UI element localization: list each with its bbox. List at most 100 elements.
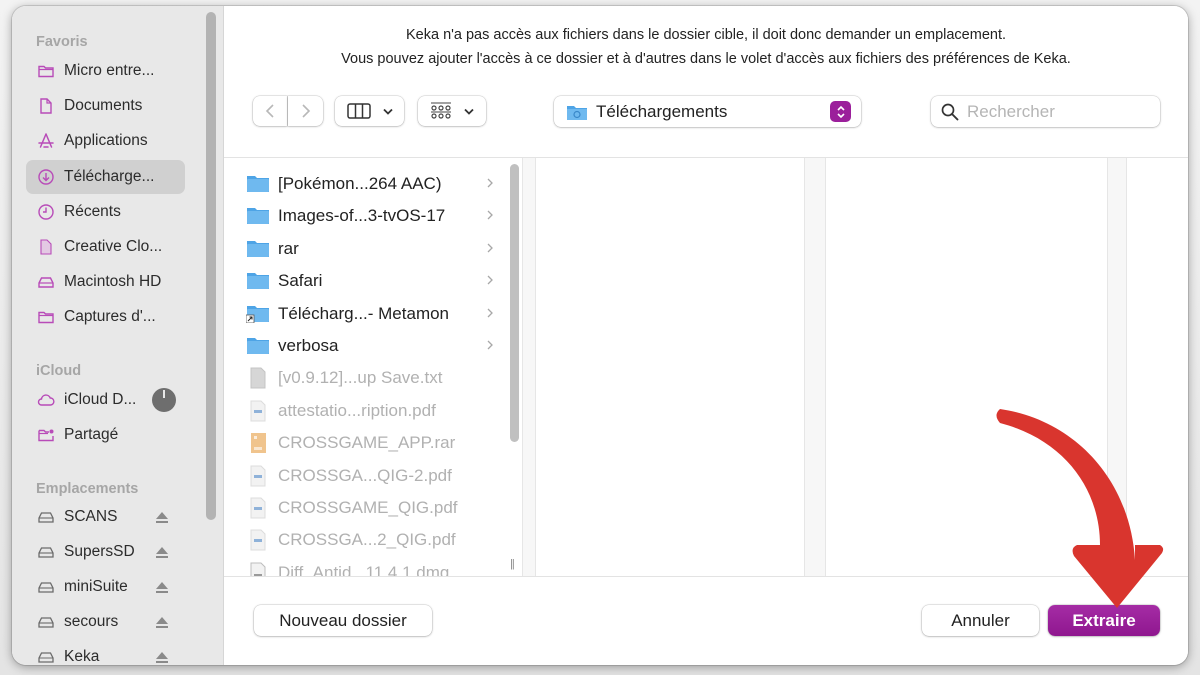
chevron-right-icon [487, 178, 493, 188]
cloud-icon [36, 390, 56, 410]
back-button[interactable] [253, 96, 287, 126]
file-name: Télécharg...- Metamon [278, 303, 450, 323]
folder-icon [36, 61, 56, 81]
folder-row[interactable]: Images-of...3-tvOS-17 [246, 200, 494, 232]
sidebar-scrollbar[interactable] [206, 12, 216, 520]
file-row: CROSSGA...2_QIG.pdf [246, 524, 494, 556]
section-favorites-title: Favoris [36, 34, 88, 50]
group-button[interactable] [418, 96, 486, 126]
archive-icon [246, 432, 270, 454]
pdf-icon [246, 497, 270, 519]
folder-row[interactable]: Safari [246, 265, 494, 297]
new-folder-button[interactable]: Nouveau dossier [254, 605, 432, 636]
drive-icon [36, 577, 56, 597]
file-name: [Pokémon...264 AAC) [278, 174, 442, 193]
chevron-down-icon [464, 108, 474, 115]
document-icon [36, 237, 56, 257]
sidebar-item-label: Partagé [64, 426, 119, 443]
sidebar-item-label: Applications [64, 132, 148, 149]
file-row: Diff_Antid...11.4.1.dmg [246, 557, 494, 577]
location-popup[interactable]: Téléchargements [554, 96, 861, 127]
storage-quota-icon [152, 388, 176, 412]
file-name: [v0.9.12]...up Save.txt [278, 368, 443, 388]
column-divider[interactable] [804, 158, 826, 576]
folder-row[interactable]: Télécharg...- Metamon [245, 298, 494, 330]
folder-row[interactable]: [Pokémon...264 AAC) [246, 168, 494, 200]
chevron-left-icon [265, 104, 274, 118]
file-name: Diff_Antid...11.4.1.dmg [278, 562, 450, 577]
sidebar-item-scans[interactable]: SCANS [26, 500, 185, 534]
column-downloads: [Pokémon...264 AAC) Images-of...3-tvOS-17… [224, 158, 524, 576]
sidebar-item-shared[interactable]: Partagé [26, 418, 185, 452]
search-input[interactable] [967, 101, 1147, 122]
text-icon [246, 367, 270, 389]
sidebar-item-downloads[interactable]: Télécharge... [26, 160, 185, 194]
pdf-icon [246, 529, 270, 551]
extract-button[interactable]: Extraire [1048, 605, 1160, 636]
sidebar-item-label: miniSuite [64, 578, 128, 595]
column-resize-handle[interactable]: || [510, 558, 515, 570]
column-divider[interactable] [1107, 158, 1127, 576]
drive-icon [36, 272, 56, 292]
chevron-right-icon [487, 243, 493, 253]
file-row: CROSSGA...QIG-2.pdf [246, 460, 494, 492]
column-empty-3 [827, 158, 1107, 576]
sidebar-item-micro-entreprise[interactable]: Micro entre... [26, 54, 185, 88]
file-name: Safari [278, 271, 323, 291]
column-scrollbar[interactable] [510, 164, 519, 442]
clock-icon [36, 202, 56, 222]
shared-folder-icon [36, 425, 56, 445]
cancel-button[interactable]: Annuler [922, 605, 1039, 636]
sidebar-item-macintosh-hd[interactable]: Macintosh HD [26, 265, 185, 299]
forward-button[interactable] [288, 96, 323, 126]
folder-icon [246, 205, 270, 227]
file-name: verbosa [278, 336, 339, 355]
search-icon [941, 103, 959, 120]
eject-icon[interactable] [154, 579, 170, 595]
eject-icon[interactable] [154, 614, 170, 630]
file-name: CROSSGA...QIG-2.pdf [278, 465, 452, 485]
eject-icon[interactable] [154, 544, 170, 560]
drive-icon [36, 507, 56, 527]
eject-icon[interactable] [154, 649, 170, 665]
chevron-right-icon [487, 210, 493, 220]
search-field[interactable] [931, 96, 1160, 127]
folder-row[interactable]: rar [246, 233, 494, 265]
sidebar-item-icloud-drive[interactable]: iCloud D... [26, 383, 185, 417]
dmg-icon [246, 562, 270, 576]
eject-icon[interactable] [154, 509, 170, 525]
access-message: Keka n'a pas accès aux fichiers dans le … [224, 23, 1188, 71]
folder-icon [36, 307, 56, 327]
view-mode-button[interactable] [335, 96, 404, 126]
sidebar-item-keka[interactable]: Keka [26, 640, 185, 665]
sidebar-item-label: Macintosh HD [64, 273, 162, 290]
sidebar-item-secours[interactable]: secours [26, 605, 185, 639]
pdf-icon [246, 400, 270, 422]
sidebar-item-captures[interactable]: Captures d'... [26, 300, 185, 334]
file-name: Images-of...3-tvOS-17 [278, 206, 446, 226]
downloads-icon [36, 167, 56, 187]
sidebar-item-minisuite[interactable]: miniSuite [26, 570, 185, 604]
folder-icon [246, 173, 270, 195]
sidebar-item-creative-cloud[interactable]: Creative Clo... [26, 230, 185, 264]
sidebar-item-superssd[interactable]: SupersSD [26, 535, 185, 569]
folder-row[interactable]: verbosa [246, 330, 494, 362]
drive-icon [36, 647, 56, 665]
file-row: attestatio...ription.pdf [246, 395, 494, 427]
sidebar-item-recents[interactable]: Récents [26, 195, 185, 229]
sidebar-item-applications[interactable]: Applications [26, 124, 185, 158]
column-divider[interactable] [522, 158, 536, 576]
chevron-right-icon [301, 104, 310, 118]
sidebar-item-label: SCANS [64, 508, 118, 525]
sidebar-item-label: Documents [64, 97, 143, 114]
chevron-right-icon [487, 340, 493, 350]
columns-view-icon [346, 103, 371, 119]
sidebar-item-label: Micro entre... [64, 62, 155, 79]
sidebar-item-documents[interactable]: Documents [26, 89, 185, 123]
main-panel: Keka n'a pas accès aux fichiers dans le … [224, 6, 1188, 665]
file-row: CROSSGAME_APP.rar [246, 427, 494, 459]
column-empty-2 [537, 158, 804, 576]
chevron-right-icon [487, 275, 493, 285]
file-name: CROSSGAME_APP.rar [278, 433, 456, 453]
sidebar-item-label: Captures d'... [64, 308, 156, 325]
